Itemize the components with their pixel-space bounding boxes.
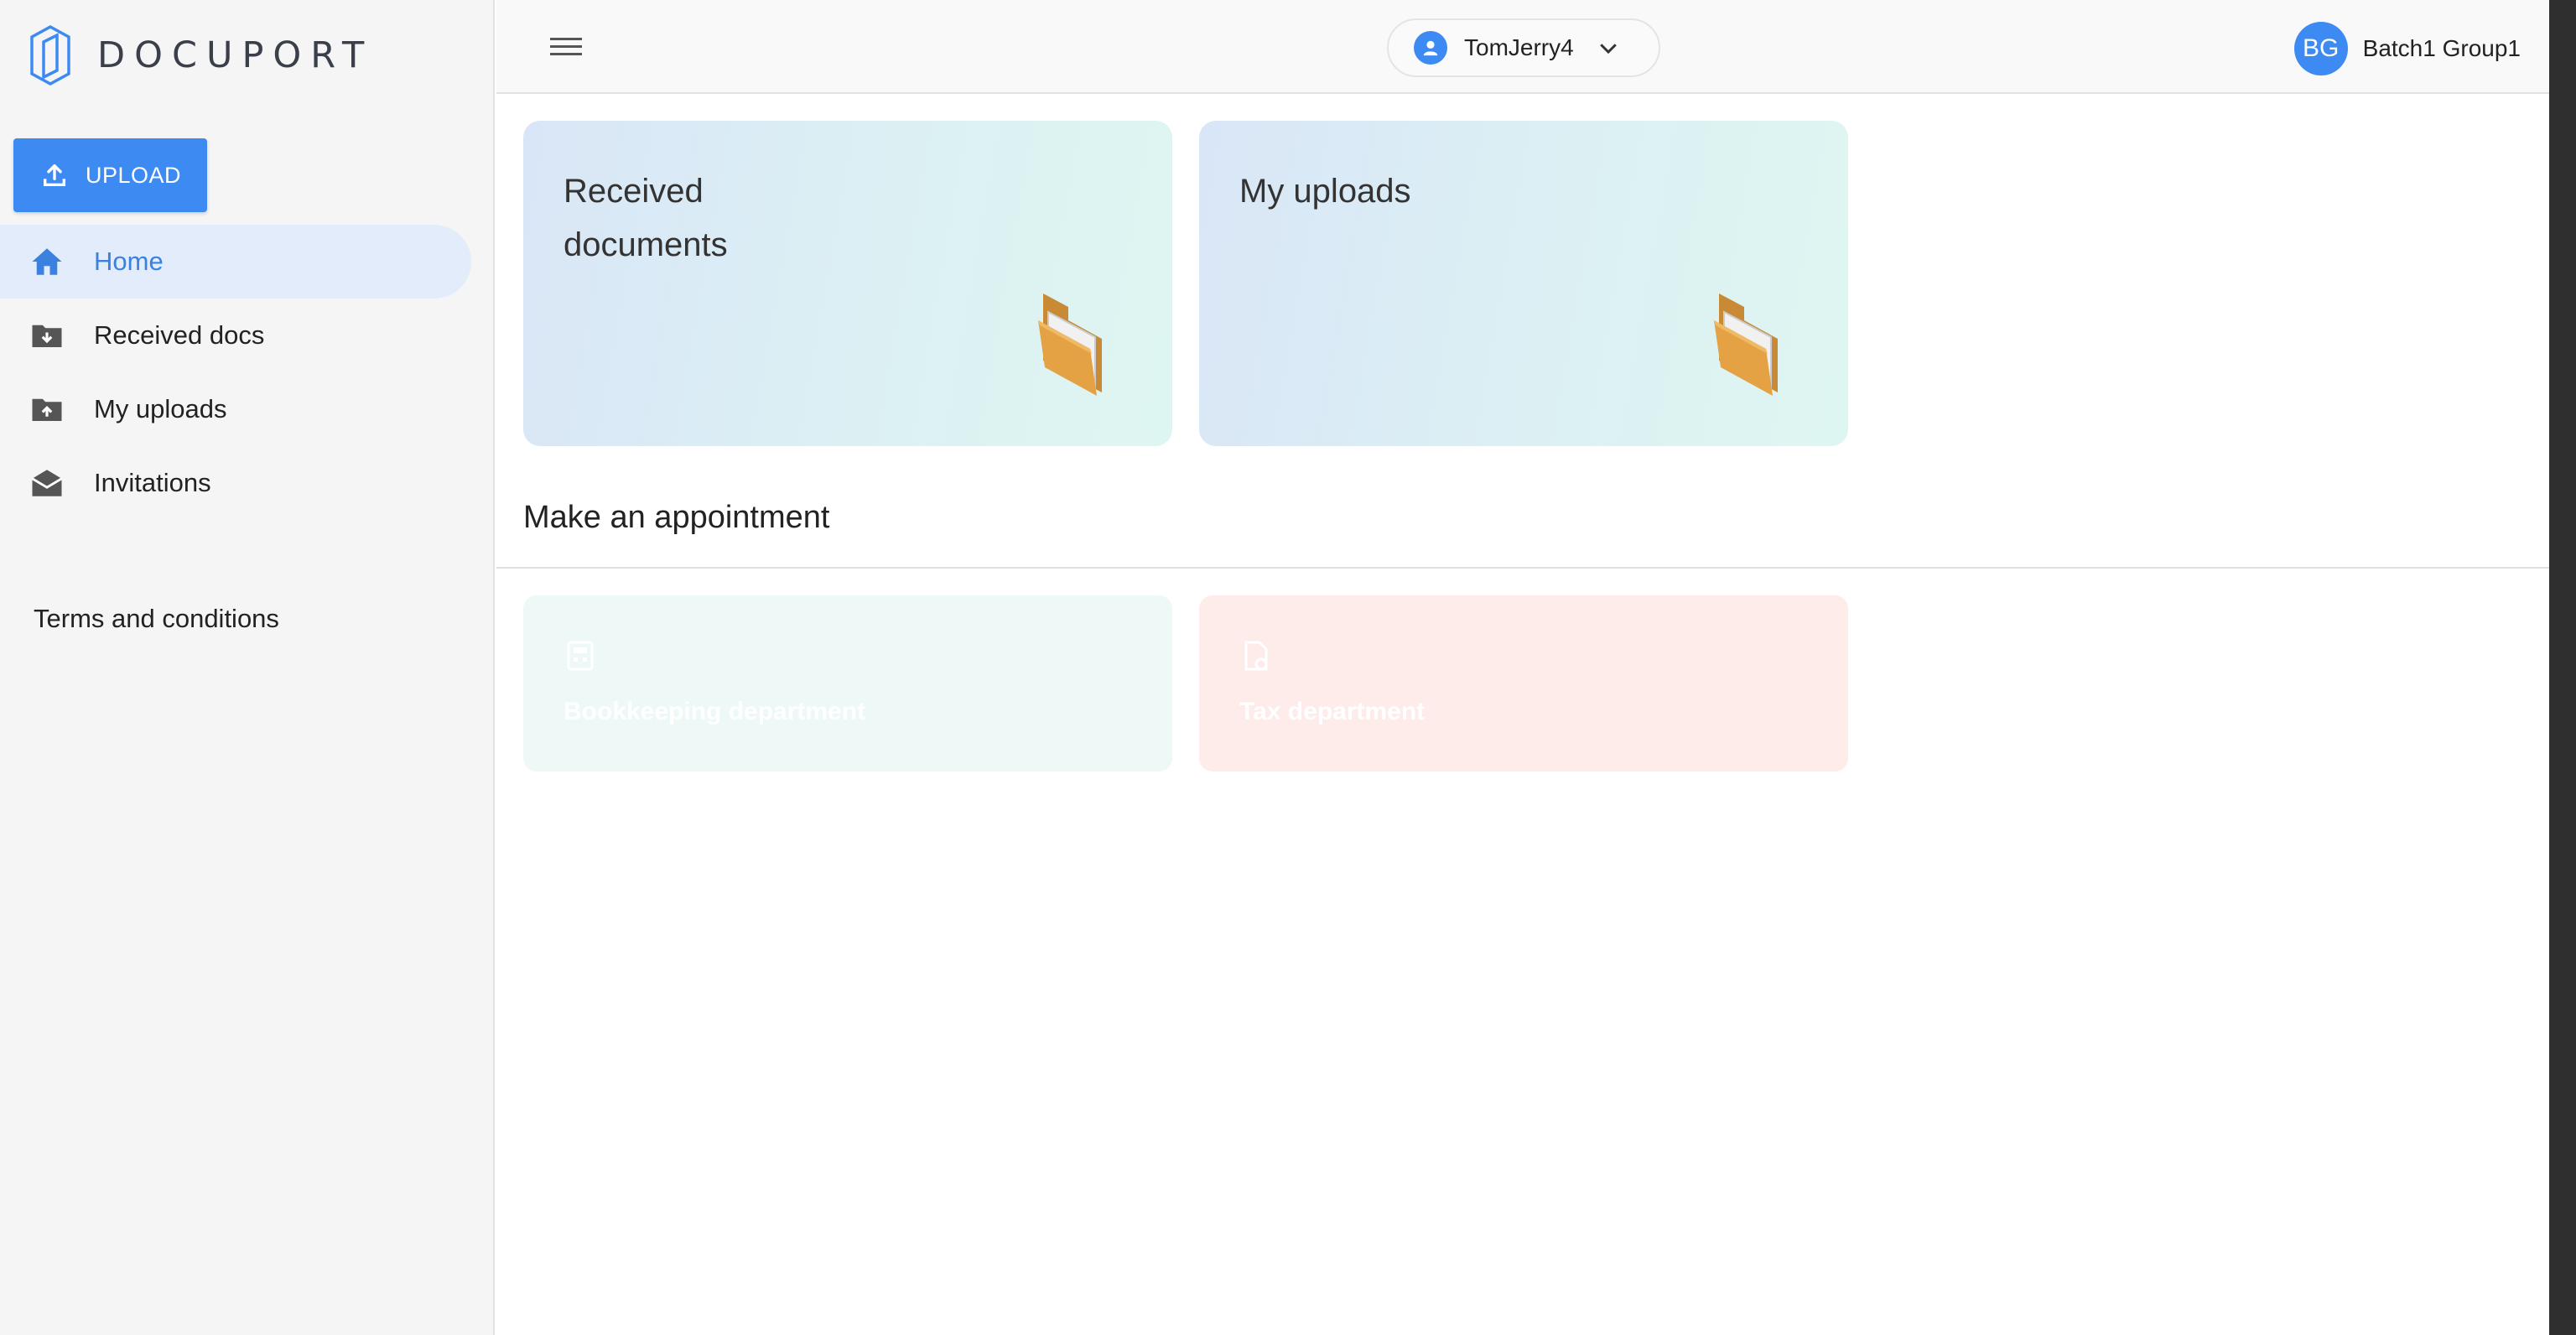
sidebar-item-label: Home xyxy=(94,247,164,276)
bookkeeping-department-card[interactable]: Bookkeeping department xyxy=(523,595,1172,771)
account-menu[interactable]: BG Batch1 Group1 xyxy=(2293,22,2521,75)
department-label: Tax department xyxy=(1239,698,1426,725)
received-documents-card[interactable]: Received documents xyxy=(523,121,1172,446)
docuport-logo[interactable]: DOCUPORT xyxy=(25,23,373,87)
tax-department-card[interactable]: Tax department xyxy=(1199,595,1848,771)
sidebar-nav: Home Received docs My uploads Invitation… xyxy=(0,225,471,520)
folder-upload-icon xyxy=(29,391,65,428)
selected-user-name: TomJerry4 xyxy=(1464,34,1574,60)
home-icon xyxy=(29,243,65,280)
terms-link[interactable]: Terms and conditions xyxy=(34,604,279,634)
card-title: My uploads xyxy=(1239,173,1411,210)
envelope-open-icon xyxy=(29,465,65,501)
divider xyxy=(496,567,2549,569)
appointment-title: Make an appointment xyxy=(523,500,830,535)
document-settings-icon xyxy=(1244,641,1268,671)
avatar: BG xyxy=(2293,22,2348,75)
upload-icon xyxy=(43,164,66,187)
chevron-down-icon xyxy=(1596,35,1621,60)
top-bar: TomJerry4 BG Batch1 Group1 xyxy=(496,0,2549,94)
upload-button[interactable]: UPLOAD xyxy=(13,138,207,212)
sidebar-item-my-uploads[interactable]: My uploads xyxy=(0,372,471,446)
logo-text: DOCUPORT xyxy=(97,34,374,76)
user-selector[interactable]: TomJerry4 xyxy=(1387,18,1660,77)
sidebar-item-label: My uploads xyxy=(94,394,227,423)
my-uploads-card[interactable]: My uploads xyxy=(1199,121,1848,446)
sidebar-item-invitations[interactable]: Invitations xyxy=(0,446,471,520)
department-label: Bookkeeping department xyxy=(564,698,866,725)
sidebar-item-label: Received docs xyxy=(94,320,265,350)
upload-button-label: UPLOAD xyxy=(86,162,182,188)
user-icon xyxy=(1414,31,1447,65)
sidebar-item-home[interactable]: Home xyxy=(0,225,471,299)
sidebar-item-received-docs[interactable]: Received docs xyxy=(0,299,471,372)
docuport-logo-icon xyxy=(30,25,70,86)
folder-download-icon xyxy=(29,317,65,354)
calculator-icon xyxy=(567,641,594,671)
sidebar-item-label: Invitations xyxy=(94,468,211,497)
hamburger-menu-icon[interactable] xyxy=(548,30,584,64)
card-title: Received documents xyxy=(564,173,728,263)
folder-icon xyxy=(1038,293,1102,396)
folder-icon xyxy=(1714,293,1778,396)
window-edge xyxy=(2549,0,2576,1335)
account-name: Batch1 Group1 xyxy=(2362,35,2521,61)
sidebar: DOCUPORT UPLOAD Home Received docs My up… xyxy=(0,0,495,1335)
